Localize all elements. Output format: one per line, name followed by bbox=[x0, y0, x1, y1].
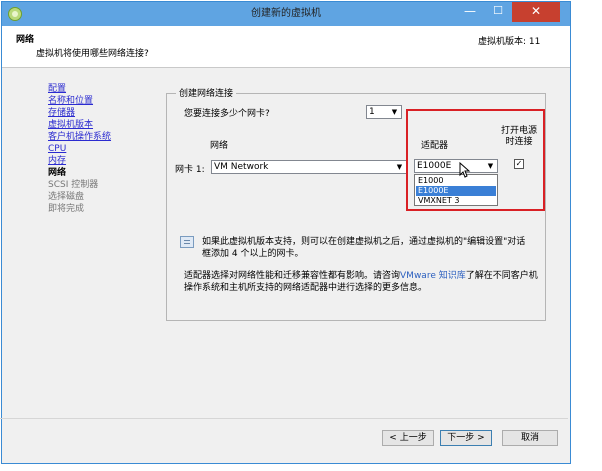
next-button[interactable]: 下一步 > bbox=[440, 430, 492, 446]
info-icon bbox=[180, 236, 194, 248]
sidebar-item[interactable]: 客户机操作系统 bbox=[48, 131, 158, 143]
annotation-highlight-box bbox=[406, 109, 545, 211]
sidebar-item[interactable]: 名称和位置 bbox=[48, 95, 158, 107]
cancel-button[interactable]: 取消 bbox=[502, 430, 558, 446]
vm-version-label: 虚拟机版本: 11 bbox=[478, 37, 541, 47]
chevron-down-icon: ▼ bbox=[396, 163, 403, 171]
sidebar-item[interactable]: 存储器 bbox=[48, 107, 158, 119]
title-bar: 创建新的虚拟机 — ☐ ✕ bbox=[2, 2, 570, 26]
sidebar-item[interactable]: 配置 bbox=[48, 83, 158, 95]
info-message: 如果此虚拟机版本支持，则可以在创建虚拟机之后，通过虚拟机的"编辑设置"对话框添加… bbox=[202, 237, 526, 259]
close-button[interactable]: ✕ bbox=[512, 2, 560, 22]
back-button[interactable]: < 上一步 bbox=[382, 430, 434, 446]
note-text-before: 适配器选择对网络性能和迁移兼容性都有影响。请咨询 bbox=[184, 271, 401, 281]
sidebar-item: 选择磁盘 bbox=[48, 192, 85, 202]
page-subtitle: 虚拟机将使用哪些网络连接? bbox=[36, 49, 149, 59]
minimize-button[interactable]: — bbox=[456, 2, 484, 22]
chevron-down-icon: ▼ bbox=[391, 108, 398, 116]
vmware-kb-link[interactable]: VMware 知识库 bbox=[400, 271, 466, 281]
footer-divider bbox=[0, 418, 568, 419]
nic-count-question: 您要连接多少个网卡? bbox=[184, 109, 270, 119]
maximize-button[interactable]: ☐ bbox=[484, 2, 512, 22]
adapter-note: 适配器选择对网络性能和迁移兼容性都有影响。请咨询VMware 知识库了解在不同客… bbox=[184, 270, 539, 294]
sidebar-item[interactable]: CPU bbox=[48, 143, 158, 155]
network-select[interactable]: VM Network ▼ bbox=[211, 160, 407, 174]
sidebar-item[interactable]: 内存 bbox=[48, 155, 158, 167]
groupbox-label: 创建网络连接 bbox=[176, 86, 237, 99]
wizard-steps-nav: 配置 名称和位置 存储器 虚拟机版本 客户机操作系统 CPU 内存 网络 SCSI 控制器 选择磁… bbox=[48, 83, 158, 215]
column-header-network: 网络 bbox=[210, 141, 229, 151]
wizard-header: 网络 虚拟机将使用哪些网络连接? 虚拟机版本: 11 bbox=[2, 26, 570, 68]
sidebar-item[interactable]: 虚拟机版本 bbox=[48, 119, 158, 131]
sidebar-item: SCSI 控制器 bbox=[48, 180, 99, 190]
sidebar-item: 网络 bbox=[48, 168, 67, 178]
nic1-label: 网卡 1: bbox=[175, 165, 205, 175]
nic-count-select[interactable]: 1 ▼ bbox=[366, 105, 402, 119]
nic-count-value: 1 bbox=[369, 107, 375, 117]
sidebar-item: 即将完成 bbox=[48, 204, 85, 214]
page-title: 网络 bbox=[16, 35, 35, 45]
network-value: VM Network bbox=[214, 162, 269, 172]
